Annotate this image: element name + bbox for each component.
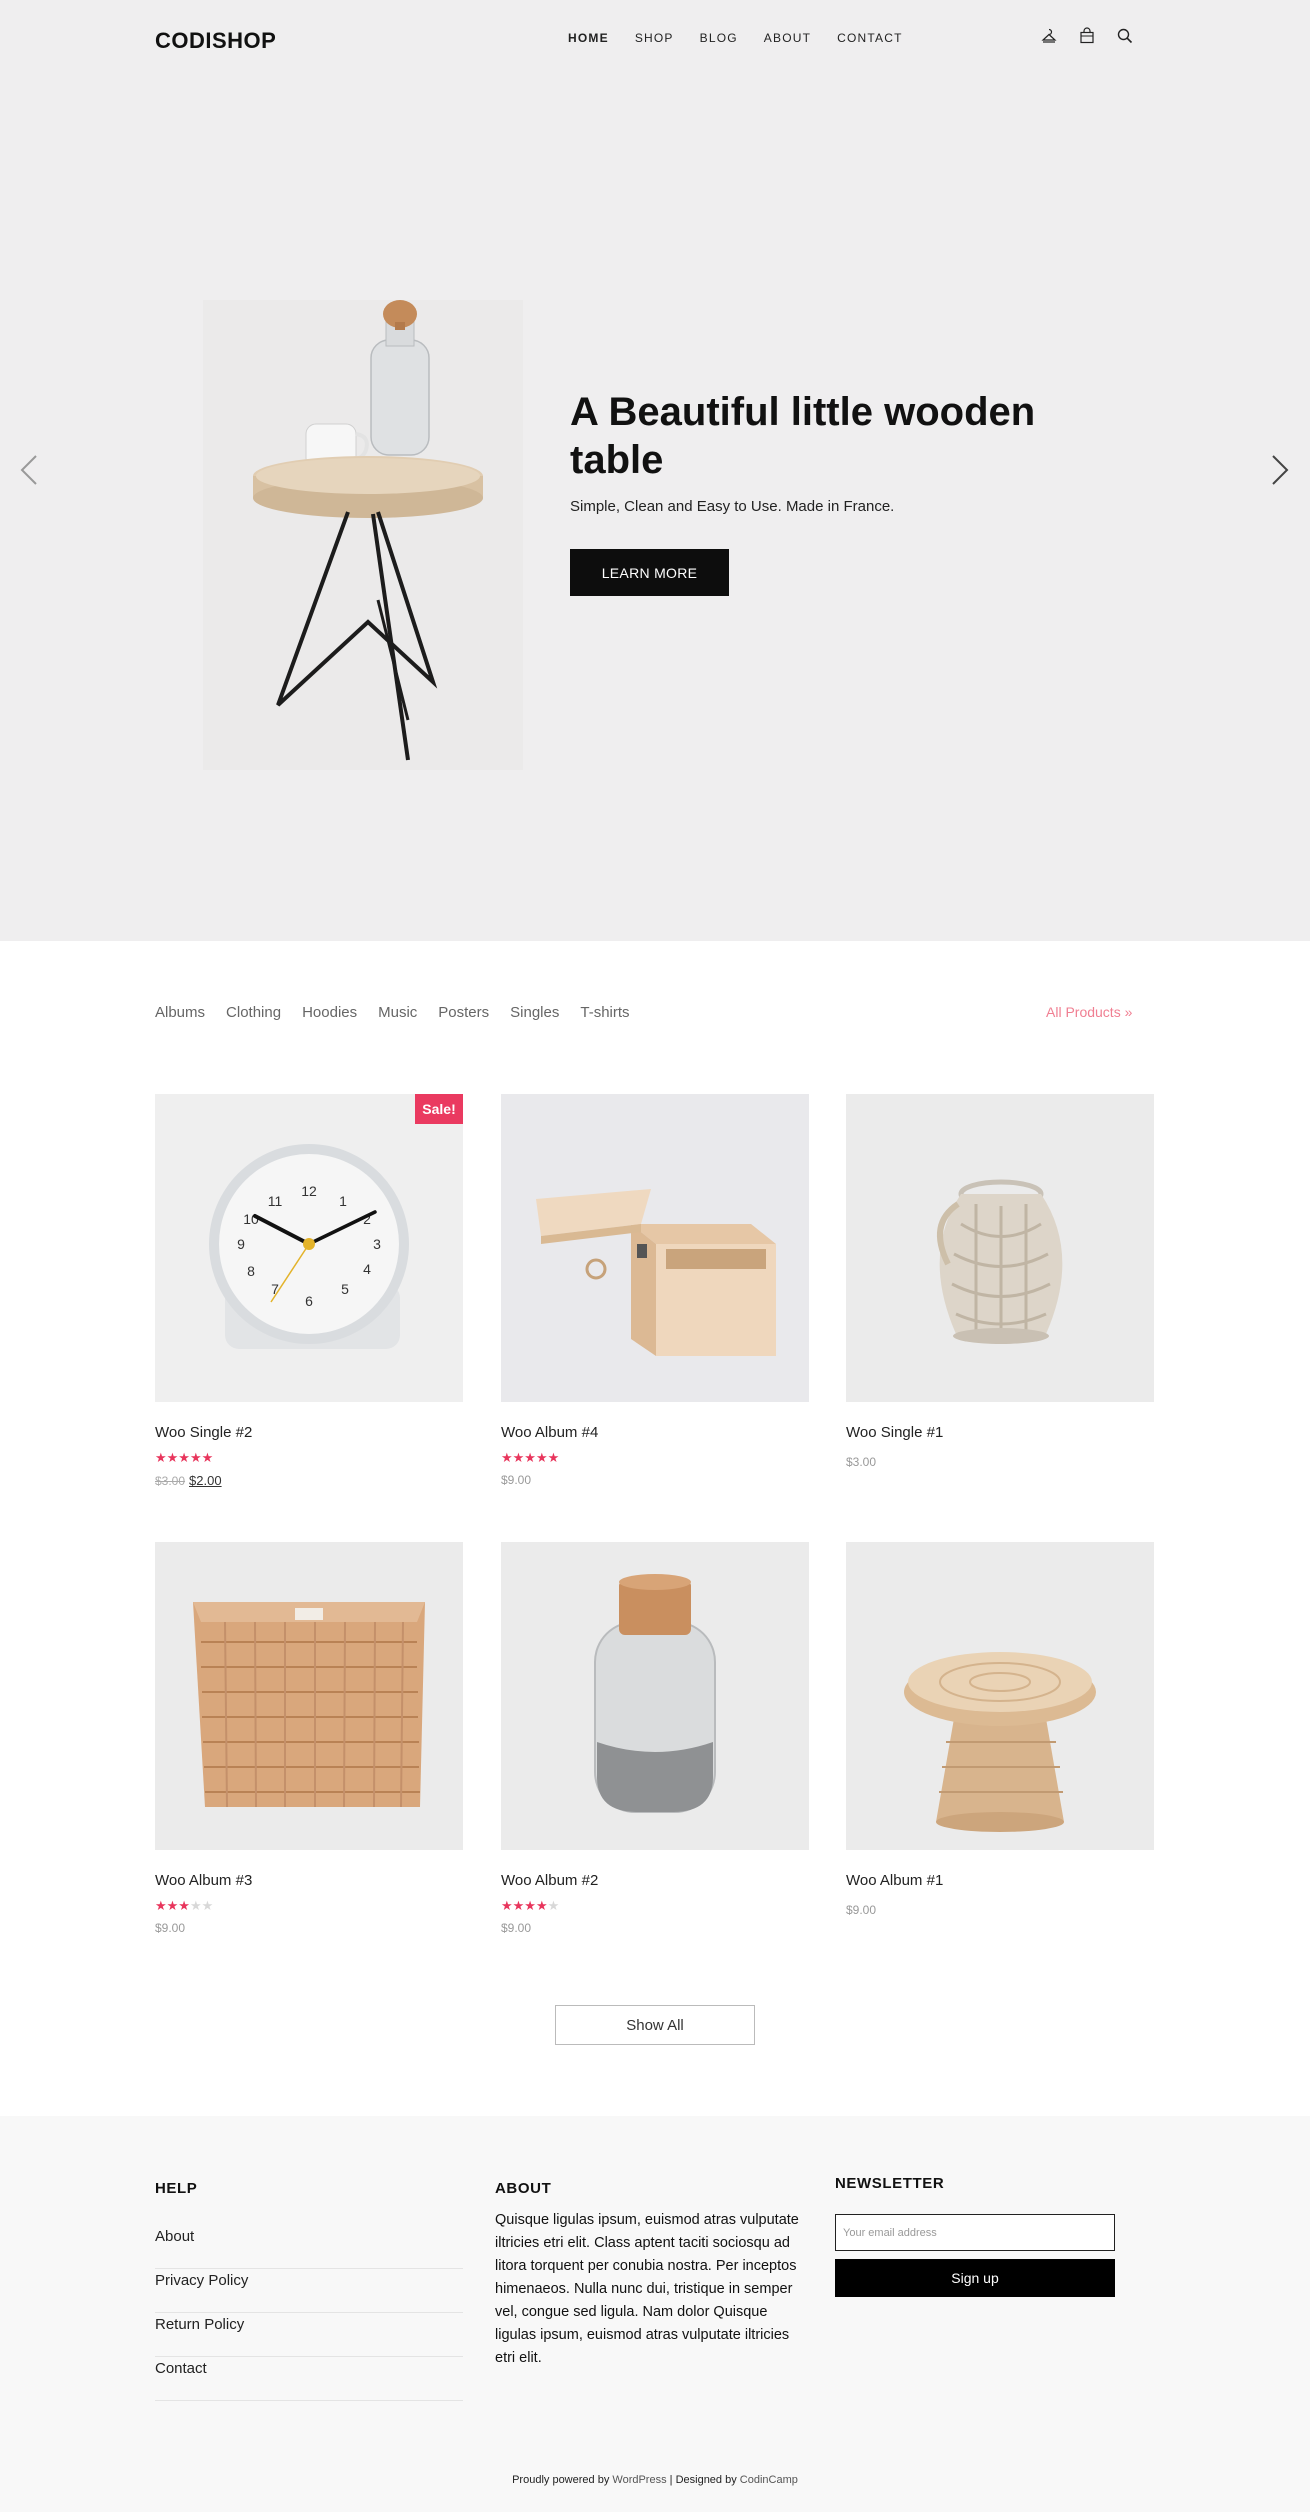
- rope-lantern-image: [846, 1094, 1154, 1402]
- wooden-stand-image: [846, 1542, 1154, 1850]
- product-price: $3.00: [846, 1455, 877, 1469]
- basket-image: [155, 1542, 463, 1850]
- product-image[interactable]: [155, 1542, 463, 1850]
- wooden-box-image: [501, 1094, 809, 1402]
- newsletter-signup-button[interactable]: Sign up: [835, 2259, 1115, 2297]
- nav-home[interactable]: HOME: [568, 31, 609, 45]
- category-albums[interactable]: Albums: [155, 1004, 205, 1021]
- newsletter-email-input[interactable]: Your email address: [835, 2214, 1115, 2251]
- product-price: $9.00: [155, 1921, 186, 1935]
- wordpress-link[interactable]: WordPress: [612, 2474, 666, 2486]
- nav-shop[interactable]: SHOP: [635, 31, 674, 45]
- footer-help-links: About Privacy Policy Return Policy Conta…: [155, 2225, 463, 2401]
- svg-text:1: 1: [339, 1193, 347, 1209]
- category-posters[interactable]: Posters: [438, 1004, 489, 1021]
- sale-badge: Sale!: [415, 1094, 463, 1124]
- footer-help-title: HELP: [155, 2180, 198, 2197]
- product-card: Woo Album #3 ★★★★★ $9.00: [155, 1542, 463, 1935]
- credits-prefix: Proudly powered by: [512, 2474, 610, 2486]
- footer-newsletter-title: NEWSLETTER: [835, 2175, 945, 2192]
- footer-help: HELP About Privacy Policy Return Policy …: [155, 2180, 463, 2401]
- category-filter: Albums Clothing Hoodies Music Posters Si…: [155, 1004, 630, 1021]
- author-link[interactable]: CodinCamp: [740, 2474, 798, 2486]
- footer-about-title: ABOUT: [495, 2180, 552, 2197]
- footer-link-privacy[interactable]: Privacy Policy: [155, 2269, 463, 2313]
- product-price: $9.00: [846, 1903, 877, 1917]
- search-icon[interactable]: [1116, 27, 1134, 45]
- svg-text:5: 5: [341, 1281, 349, 1297]
- site-logo[interactable]: CODISHOP: [155, 28, 276, 54]
- footer-link-contact[interactable]: Contact: [155, 2357, 463, 2401]
- product-name[interactable]: Woo Album #2: [501, 1872, 809, 1889]
- category-tshirts[interactable]: T-shirts: [580, 1004, 629, 1021]
- footer-credits: Proudly powered by WordPress | Designed …: [0, 2474, 1310, 2486]
- svg-text:3: 3: [373, 1236, 381, 1252]
- star-rating: ★★★★★: [501, 1450, 560, 1465]
- show-all-button[interactable]: Show All: [555, 2005, 755, 2045]
- hero-title: A Beautiful little wooden table: [570, 390, 1036, 482]
- slider-next-icon[interactable]: [1267, 450, 1293, 490]
- hero-slider: CODISHOP HOME SHOP BLOG ABOUT CONTACT A …: [0, 0, 1310, 941]
- learn-more-button[interactable]: LEARN MORE: [570, 549, 729, 596]
- hero-product-image: [203, 300, 523, 770]
- product-name[interactable]: Woo Album #3: [155, 1872, 463, 1889]
- category-hoodies[interactable]: Hoodies: [302, 1004, 357, 1021]
- product-price: $9.00: [501, 1921, 532, 1935]
- footer-about-text: Quisque ligulas ipsum, euismod atras vul…: [495, 2212, 799, 2366]
- nav-about[interactable]: ABOUT: [764, 31, 811, 45]
- star-rating: ★★★★★: [155, 1898, 214, 1913]
- nav-blog[interactable]: BLOG: [700, 31, 738, 45]
- product-name[interactable]: Woo Single #2: [155, 1424, 463, 1441]
- product-price: $3.00 $2.00: [155, 1473, 463, 1488]
- product-image[interactable]: [501, 1094, 809, 1402]
- category-singles[interactable]: Singles: [510, 1004, 559, 1021]
- glass-jar-image: [501, 1542, 809, 1850]
- product-card: Woo Single #1 $3.00: [846, 1094, 1154, 1469]
- product-name[interactable]: Woo Single #1: [846, 1424, 1154, 1441]
- product-card: 12 3 6 9 1245 7 8 10 11 Sale! Woo Single #2 ★★…: [155, 1094, 463, 1488]
- footer-link-return[interactable]: Return Policy: [155, 2313, 463, 2357]
- all-products-link[interactable]: All Products »: [1046, 1004, 1132, 1020]
- cart-icon[interactable]: [1078, 27, 1096, 45]
- sale-price: $2.00: [189, 1473, 222, 1488]
- product-name[interactable]: Woo Album #1: [846, 1872, 1154, 1889]
- hero-subtitle: Simple, Clean and Easy to Use. Made in F…: [570, 498, 895, 515]
- category-music[interactable]: Music: [378, 1004, 417, 1021]
- product-card: Woo Album #4 ★★★★★ $9.00: [501, 1094, 809, 1487]
- main-nav: HOME SHOP BLOG ABOUT CONTACT: [568, 31, 903, 45]
- old-price: $3.00: [155, 1474, 186, 1488]
- footer-link-about[interactable]: About: [155, 2225, 463, 2269]
- product-image[interactable]: [846, 1542, 1154, 1850]
- product-image[interactable]: [501, 1542, 809, 1850]
- product-card: Woo Album #1 $9.00: [846, 1542, 1154, 1917]
- clock-image: 12369 1245 781011: [155, 1094, 463, 1402]
- product-card: Woo Album #2 ★★★★★ $9.00: [501, 1542, 809, 1935]
- header-icons: [1040, 27, 1134, 45]
- svg-text:6: 6: [305, 1293, 313, 1309]
- category-clothing[interactable]: Clothing: [226, 1004, 281, 1021]
- credits-mid: | Designed by: [669, 2474, 737, 2486]
- svg-text:4: 4: [363, 1261, 371, 1277]
- footer-about: ABOUT Quisque ligulas ipsum, euismod atr…: [495, 2180, 805, 2370]
- slider-prev-icon[interactable]: [16, 450, 42, 490]
- svg-text:11: 11: [268, 1193, 283, 1209]
- product-name[interactable]: Woo Album #4: [501, 1424, 809, 1441]
- star-rating: ★★★★★: [501, 1898, 560, 1913]
- svg-text:9: 9: [237, 1236, 245, 1252]
- nav-contact[interactable]: CONTACT: [837, 31, 903, 45]
- svg-text:8: 8: [247, 1263, 255, 1279]
- footer-newsletter: NEWSLETTER Your email address Sign up: [835, 2175, 1115, 2297]
- product-image[interactable]: [846, 1094, 1154, 1402]
- product-price: $9.00: [501, 1473, 532, 1487]
- svg-text:12: 12: [301, 1183, 317, 1199]
- account-icon[interactable]: [1040, 27, 1058, 45]
- star-rating: ★★★★★: [155, 1450, 214, 1465]
- site-footer: HELP About Privacy Policy Return Policy …: [0, 2116, 1310, 2512]
- product-image[interactable]: 12 3 6 9 1245 7 8 10 11 Sale!: [155, 1094, 463, 1402]
